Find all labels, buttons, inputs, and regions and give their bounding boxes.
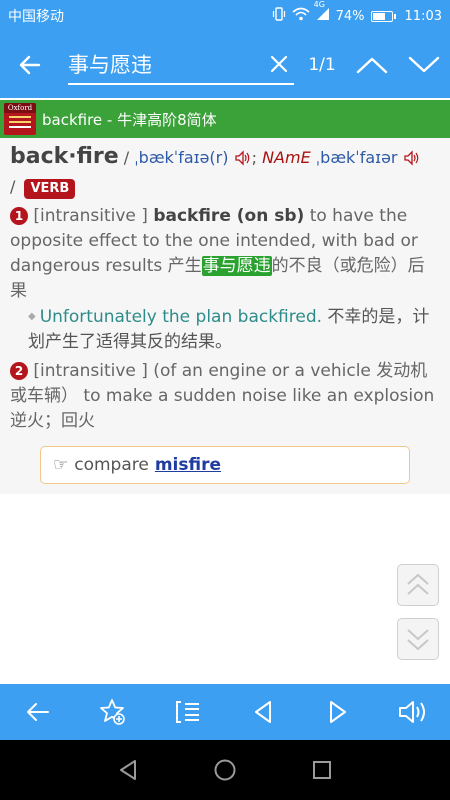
grammar-label: [intransitive ]: [33, 206, 154, 226]
search-input[interactable]: [68, 52, 258, 76]
star-add-icon: [99, 699, 125, 725]
match-counter: 1/1: [308, 55, 336, 75]
speaker-icon[interactable]: [403, 148, 421, 174]
next-entry-button[interactable]: [310, 684, 366, 740]
compare-link[interactable]: misfire: [155, 455, 221, 475]
speaker-icon[interactable]: [234, 148, 252, 174]
page-up-button[interactable]: [397, 564, 439, 606]
compare-label: compare: [74, 455, 149, 475]
speaker-icon: [398, 701, 425, 723]
pointing-hand-icon: ☞: [53, 455, 69, 475]
sense-number: 2: [10, 362, 28, 380]
dictionary-entry: back·fire / ˌbækˈfaɪə(r) ; NAmE ˌbækˈfaɪ…: [0, 138, 450, 494]
dictionary-title: backfire - 牛津高阶8简体: [42, 110, 217, 129]
arrow-left-icon: [19, 55, 41, 75]
search-highlight: 事与愿违: [201, 256, 272, 276]
headword: back·fire: [10, 144, 119, 169]
circle-home-icon: [214, 759, 236, 781]
clock: 11:03: [404, 8, 442, 24]
clear-search-button[interactable]: [266, 51, 292, 77]
search-field: [68, 45, 294, 85]
next-match-button[interactable]: [398, 32, 450, 98]
battery-icon: [370, 10, 396, 22]
battery-percent: 74%: [335, 8, 365, 24]
compare-box: ☞ compare misfire: [40, 446, 410, 484]
list-bracket-icon: [175, 701, 199, 723]
back-toolbar-button[interactable]: [10, 684, 66, 740]
system-nav-bar: [0, 740, 450, 800]
status-bar: 中国移动 4G 74% 11:03: [0, 0, 450, 32]
triangle-left-icon: [254, 701, 271, 723]
diamond-bullet-icon: ◆: [28, 311, 36, 322]
screen: 中国移动 4G 74% 11:03 1/1: [0, 0, 450, 800]
pronunciation-br: ˌbækˈfaɪə(r): [134, 148, 229, 167]
chevron-up-icon: [356, 57, 388, 74]
square-recents-icon: [312, 761, 331, 779]
search-header: 1/1: [0, 32, 450, 98]
sense-2: 2 [intransitive ] (of an engine or a veh…: [10, 359, 440, 434]
sense-number: 1: [10, 207, 28, 225]
previous-entry-button[interactable]: [235, 684, 291, 740]
arrow-left-icon: [26, 703, 49, 721]
triangle-right-icon: [329, 701, 346, 723]
bottom-toolbar: [0, 684, 450, 740]
carrier-label: 中国移动: [8, 9, 64, 25]
page-down-button[interactable]: [397, 618, 439, 660]
region-label: NAmE: [262, 148, 311, 167]
double-chevron-up-icon: [407, 573, 429, 595]
sense-1: 1 [intransitive ] backfire (on sb) to ha…: [10, 206, 425, 301]
sense-text: [intransitive ] (of an engine or a vehic…: [10, 361, 435, 431]
previous-match-button[interactable]: [346, 32, 398, 98]
system-home-button[interactable]: [205, 750, 245, 790]
dictionary-header[interactable]: Oxford backfire - 牛津高阶8简体: [0, 100, 450, 138]
double-chevron-down-icon: [407, 629, 429, 651]
table-of-contents-button[interactable]: [160, 684, 216, 740]
phrase: backfire (on sb): [153, 206, 305, 226]
entry-headline: back·fire / ˌbækˈfaɪə(r) ; NAmE ˌbækˈfaɪ…: [10, 144, 440, 200]
chevron-down-icon: [408, 56, 440, 73]
part-of-speech-badge: VERB: [24, 179, 76, 199]
system-recents-button[interactable]: [302, 750, 342, 790]
example-english: Unfortunately the plan backfired.: [39, 307, 323, 327]
triangle-back-icon: [120, 760, 137, 780]
speak-button[interactable]: [385, 684, 441, 740]
vibrate-icon: [272, 7, 286, 25]
close-icon: [270, 55, 288, 73]
wifi-icon: [292, 7, 310, 25]
pronunciation-us: ˌbækˈfaɪər: [310, 148, 398, 167]
add-favorite-button[interactable]: [85, 684, 141, 740]
example-sentence: ◆ Unfortunately the plan backfired. 不幸的是，…: [28, 304, 440, 355]
signal-icon: 4G: [314, 0, 330, 25]
oxford-logo: Oxford: [4, 103, 36, 135]
system-back-button[interactable]: [108, 750, 148, 790]
back-button[interactable]: [0, 32, 60, 98]
